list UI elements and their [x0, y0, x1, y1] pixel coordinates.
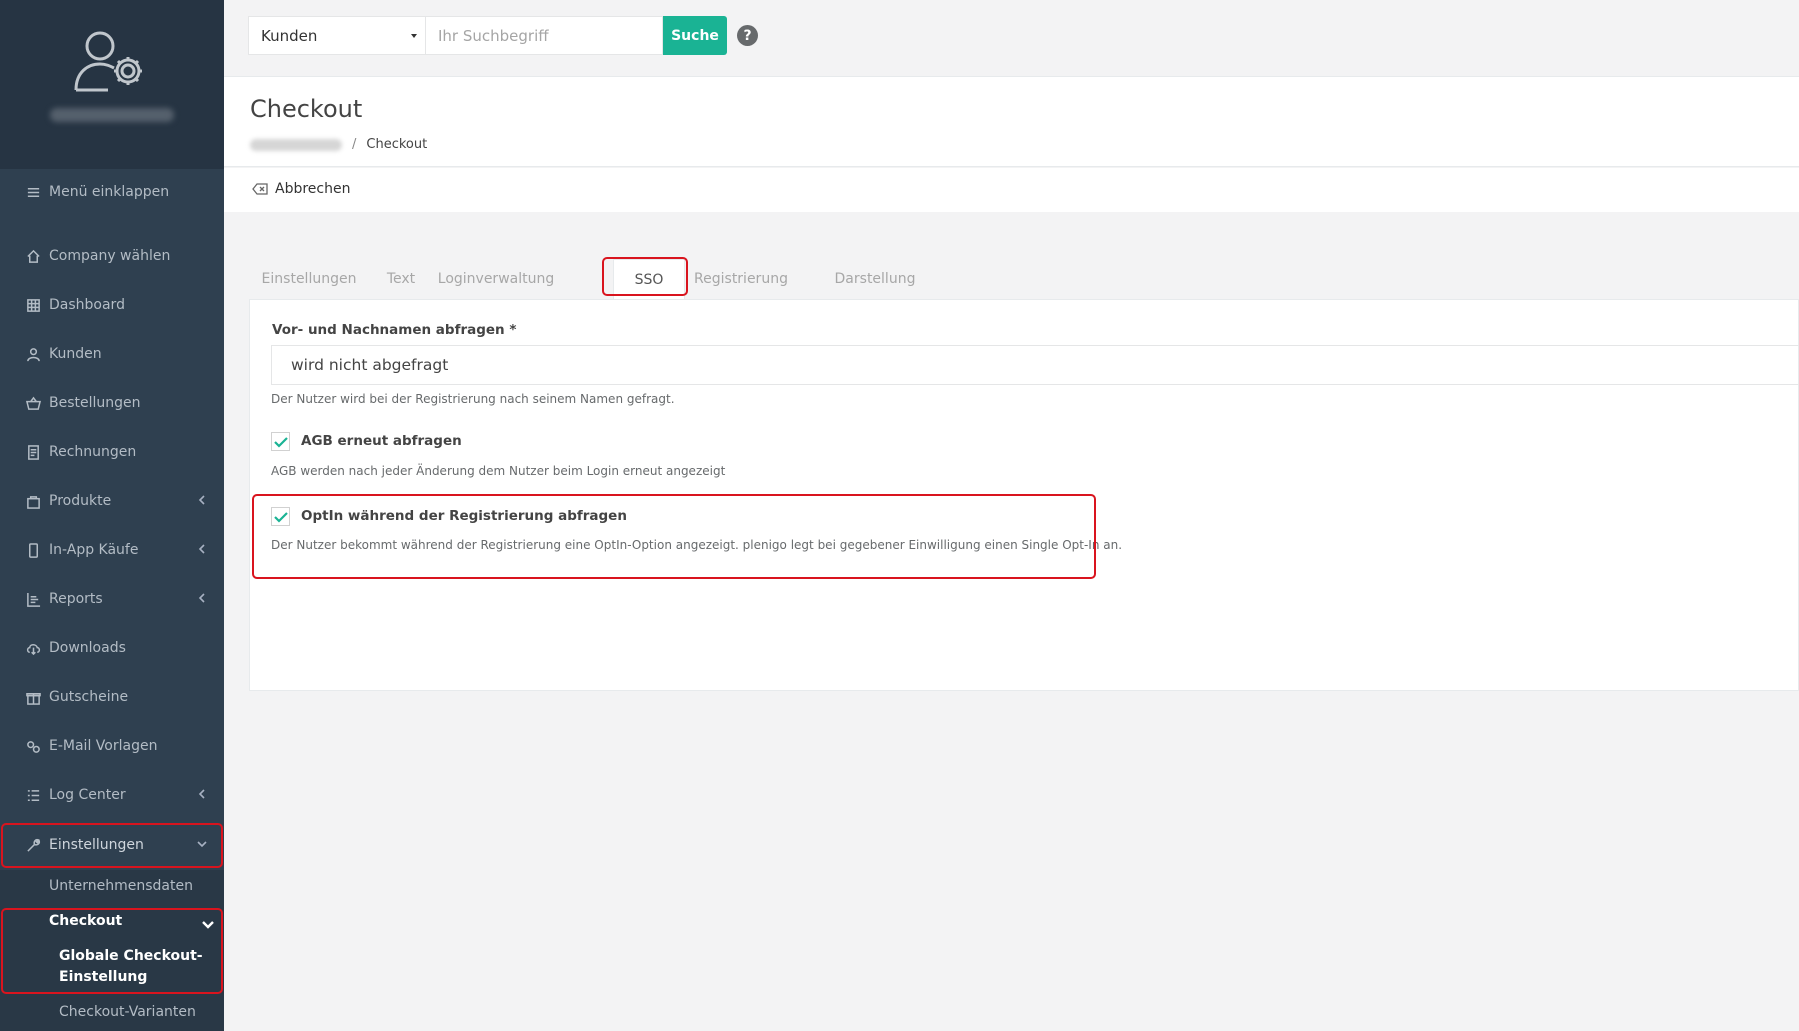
sidebar-item-log-center[interactable]: Log Center: [0, 775, 224, 815]
name-query-help: Der Nutzer wird bei der Registrierung na…: [271, 392, 675, 406]
chevron-left-icon: [196, 592, 208, 604]
tab-loginverwaltung[interactable]: Loginverwaltung: [433, 259, 559, 299]
submenu-checkout[interactable]: Checkout: [49, 913, 122, 929]
name-query-value: wird nicht abgefragt: [291, 356, 449, 374]
tab-sso[interactable]: SSO: [613, 259, 685, 299]
optin-label: OptIn während der Registrierung abfragen: [301, 508, 627, 524]
sso-form-panel: Vor- und Nachnamen abfragen * wird nicht…: [249, 299, 1799, 691]
tab-text[interactable]: Text: [369, 259, 433, 299]
user-icon: [25, 346, 41, 362]
page-heading: Checkout / Checkout: [224, 77, 1799, 167]
breadcrumb-current: Checkout: [366, 137, 428, 152]
breadcrumb-separator: /: [352, 137, 357, 152]
sidebar-item-produkte[interactable]: Produkte: [0, 481, 224, 521]
sidebar-item-reports[interactable]: Reports: [0, 579, 224, 619]
sidebar-item-label: Reports: [49, 591, 103, 607]
chevron-down-icon: [196, 838, 208, 850]
caret-down-icon: [411, 34, 417, 38]
collapse-menu-label: Menü einklappen: [49, 184, 170, 200]
chevron-down-icon: [201, 916, 215, 929]
optin-help: Der Nutzer bekommt während der Registrie…: [271, 538, 1123, 552]
sidebar-item-label: Dashboard: [49, 297, 125, 313]
collapse-menu-button[interactable]: Menü einklappen: [0, 172, 224, 212]
list-icon: [25, 787, 41, 803]
search-input[interactable]: [426, 16, 663, 55]
agb-label: AGB erneut abfragen: [301, 433, 462, 449]
cloud-download-icon: [25, 640, 41, 656]
profile-area: [0, 0, 224, 169]
cogs-icon: [25, 738, 41, 754]
sidebar-item-label: Produkte: [49, 493, 112, 509]
chevron-left-icon: [196, 494, 208, 506]
sidebar-item-inapp[interactable]: In-App Käufe: [0, 530, 224, 570]
chevron-left-icon: [196, 543, 208, 555]
tab-darstellung[interactable]: Darstellung: [819, 259, 931, 299]
sidebar-item-rechnungen[interactable]: Rechnungen: [0, 432, 224, 472]
name-query-select[interactable]: wird nicht abgefragt: [271, 345, 1799, 385]
username-blurred: [50, 108, 174, 122]
backspace-icon: [252, 183, 268, 195]
agb-checkbox[interactable]: [271, 432, 290, 451]
check-icon: [273, 436, 288, 448]
cancel-button[interactable]: Abbrechen: [252, 181, 350, 197]
home-icon: [25, 248, 41, 264]
bag-icon: [25, 493, 41, 509]
wrench-icon: [25, 837, 41, 853]
help-icon[interactable]: ?: [737, 25, 758, 46]
phone-icon: [25, 542, 41, 558]
sidebar-item-dashboard[interactable]: Dashboard: [0, 285, 224, 325]
sidebar-item-email-vorlagen[interactable]: E-Mail Vorlagen: [0, 726, 224, 766]
report-icon: [25, 591, 41, 607]
sidebar-item-kunden[interactable]: Kunden: [0, 334, 224, 374]
sidebar-item-label: Rechnungen: [49, 444, 137, 460]
cancel-label: Abbrechen: [275, 181, 351, 197]
user-settings-icon[interactable]: [72, 30, 152, 94]
sidebar-item-label: Company wählen: [49, 248, 171, 264]
sidebar-item-bestellungen[interactable]: Bestellungen: [0, 383, 224, 423]
agb-help: AGB werden nach jeder Änderung dem Nutze…: [271, 464, 726, 478]
sidebar: Menü einklappen Company wählen Dashboard…: [0, 0, 224, 1031]
sidebar-item-label: E-Mail Vorlagen: [49, 738, 158, 754]
sidebar-item-einstellungen[interactable]: Einstellungen: [0, 825, 224, 865]
sidebar-item-label: Bestellungen: [49, 395, 141, 411]
search-button[interactable]: Suche: [663, 16, 727, 55]
optin-checkbox[interactable]: [271, 507, 290, 526]
page-title: Checkout: [250, 95, 363, 123]
breadcrumb-blurred-link[interactable]: [250, 138, 342, 151]
sidebar-item-label: In-App Käufe: [49, 542, 139, 558]
sidebar-item-downloads[interactable]: Downloads: [0, 628, 224, 668]
chevron-left-icon: [196, 788, 208, 800]
search-scope-select[interactable]: Kunden: [248, 16, 426, 55]
sidebar-item-gutscheine[interactable]: Gutscheine: [0, 677, 224, 717]
submenu-checkout-varianten[interactable]: Checkout-Varianten: [59, 1004, 196, 1020]
submenu-global-checkout-line2[interactable]: Einstellung: [59, 969, 147, 985]
sidebar-item-label: Downloads: [49, 640, 126, 656]
tab-registrierung[interactable]: Registrierung: [685, 259, 797, 299]
menu-icon: [25, 184, 41, 200]
submenu-global-checkout-line1[interactable]: Globale Checkout-: [59, 948, 203, 964]
search-scope-value: Kunden: [261, 26, 318, 45]
sidebar-item-label: Gutscheine: [49, 689, 129, 705]
basket-icon: [25, 395, 41, 411]
tab-einstellungen[interactable]: Einstellungen: [249, 259, 369, 299]
breadcrumb: / Checkout: [250, 137, 427, 152]
sidebar-item-label: Kunden: [49, 346, 102, 362]
name-query-label: Vor- und Nachnamen abfragen *: [272, 322, 517, 338]
invoice-icon: [25, 444, 41, 460]
gift-icon: [25, 689, 41, 705]
sidebar-item-label: Log Center: [49, 787, 126, 803]
check-icon: [273, 511, 288, 523]
submenu-unternehmensdaten[interactable]: Unternehmensdaten: [49, 878, 193, 894]
sidebar-item-company[interactable]: Company wählen: [0, 236, 224, 276]
sidebar-item-label: Einstellungen: [49, 837, 144, 853]
action-bar: Abbrechen: [224, 168, 1799, 212]
grid-icon: [25, 297, 41, 313]
topbar: Kunden Suche ?: [224, 0, 1799, 77]
einstellungen-submenu: Unternehmensdaten Checkout Globale Check…: [0, 870, 224, 1031]
